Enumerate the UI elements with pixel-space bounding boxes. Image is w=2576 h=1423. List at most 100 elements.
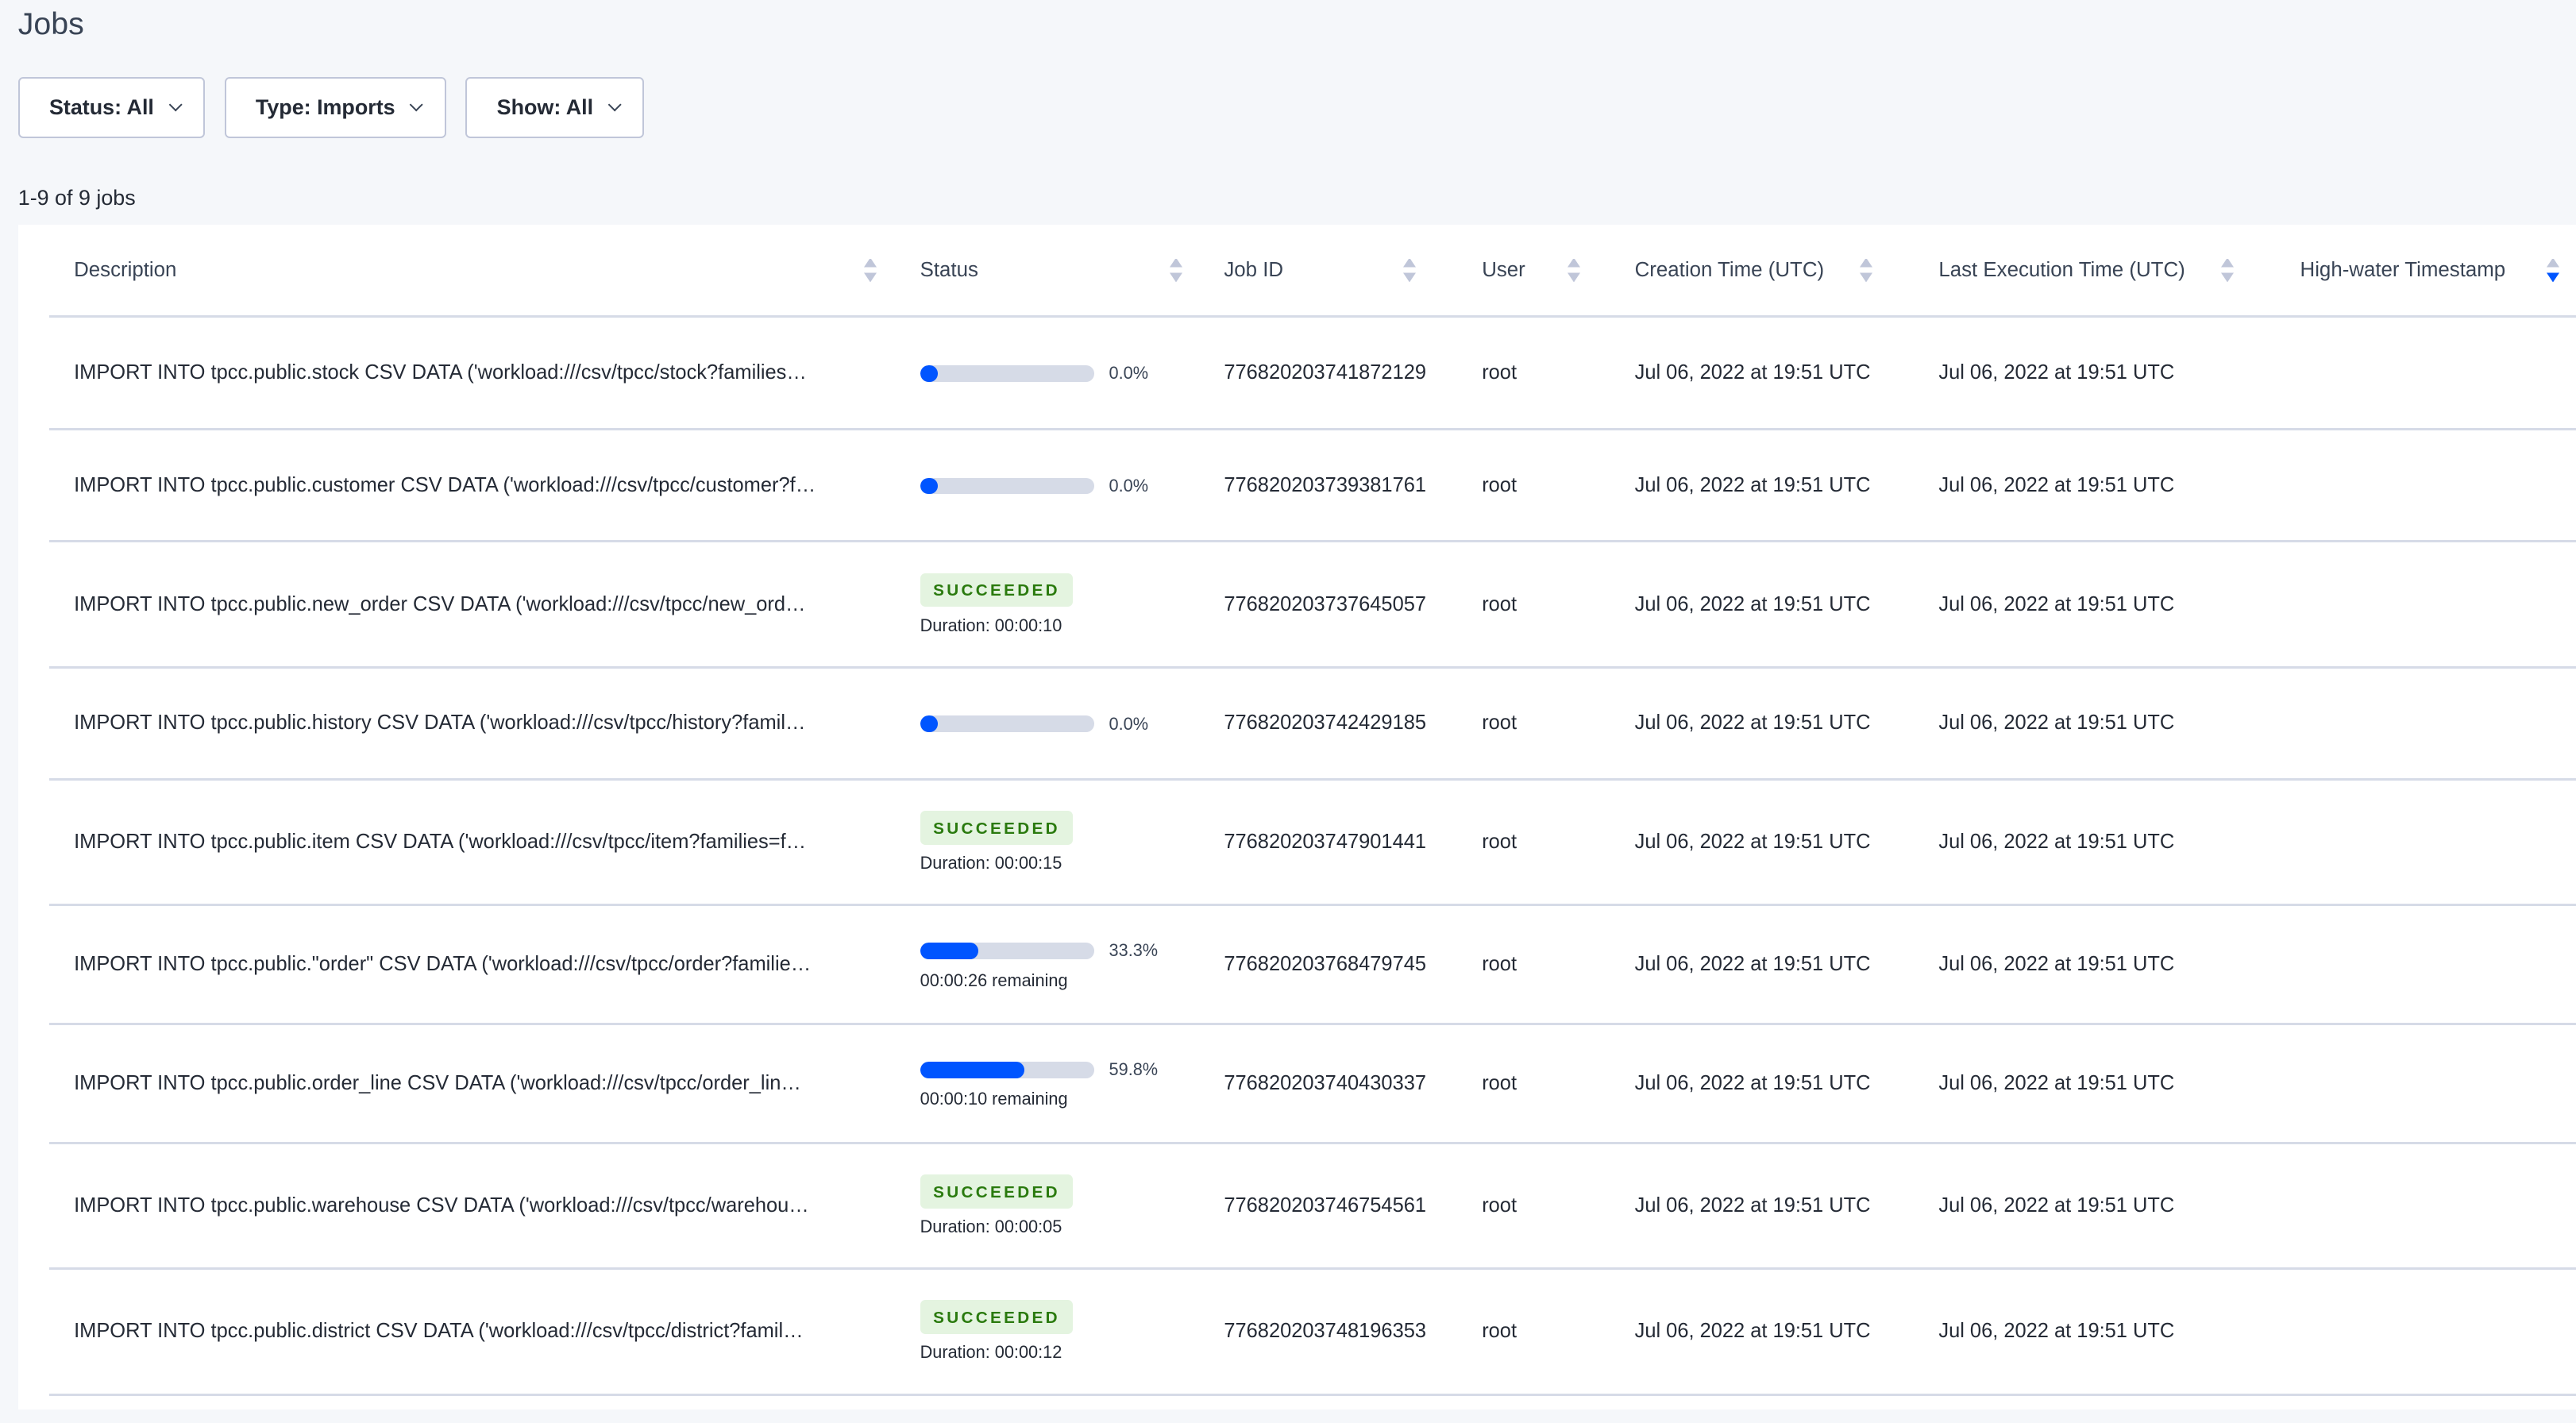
chevron-down-icon: [409, 98, 424, 113]
job-user: root: [1482, 1194, 1517, 1217]
show-filter-dropdown[interactable]: Show: All: [465, 77, 645, 138]
duration-text: Duration: 00:00:05: [920, 1217, 1062, 1237]
table-row[interactable]: IMPORT INTO tpcc.public.warehouse CSV DA…: [49, 1144, 2576, 1271]
last-execution-time: Jul 06, 2022 at 19:51 UTC: [1938, 473, 2175, 496]
job-description[interactable]: IMPORT INTO tpcc.public.warehouse CSV DA…: [49, 1194, 896, 1217]
job-status: SUCCEEDED Duration: 00:00:10: [896, 573, 1200, 636]
sort-icon[interactable]: [1402, 258, 1417, 282]
column-header-user[interactable]: User: [1457, 258, 1610, 282]
column-header-last-execution-time[interactable]: Last Execution Time (UTC): [1914, 258, 2275, 282]
status-badge: SUCCEEDED: [920, 1300, 1074, 1335]
table-header: Description Status Job ID User Creation Time…: [49, 225, 2576, 318]
progress-fill: [920, 943, 978, 959]
column-header-status[interactable]: Status: [896, 258, 1200, 282]
creation-time: Jul 06, 2022 at 19:51 UTC: [1634, 712, 1871, 735]
status-badge: SUCCEEDED: [920, 573, 1074, 607]
job-status: SUCCEEDED Duration: 00:00:05: [896, 1174, 1200, 1237]
table-row[interactable]: IMPORT INTO tpcc.public.item CSV DATA ('…: [49, 781, 2576, 907]
show-filter-label: Show: All: [496, 95, 594, 119]
progress-percent: 33.3%: [1109, 940, 1159, 961]
job-user: root: [1482, 953, 1517, 976]
status-badge: SUCCEEDED: [920, 811, 1074, 845]
job-user: root: [1482, 1072, 1517, 1095]
column-header-description[interactable]: Description: [49, 258, 896, 282]
table-row[interactable]: IMPORT INTO tpcc.public.order_line CSV D…: [49, 1025, 2576, 1145]
creation-time: Jul 06, 2022 at 19:51 UTC: [1634, 361, 1871, 384]
table-row[interactable]: IMPORT INTO tpcc.public.customer CSV DAT…: [49, 430, 2576, 543]
last-execution-time: Jul 06, 2022 at 19:51 UTC: [1938, 1320, 2175, 1343]
sort-icon[interactable]: [2221, 258, 2235, 282]
progress-bar: [920, 1061, 1094, 1078]
job-user: root: [1482, 592, 1517, 615]
job-description[interactable]: IMPORT INTO tpcc.public.item CSV DATA ('…: [49, 831, 896, 854]
sort-icon[interactable]: [1170, 258, 1183, 282]
column-header-label: High-water Timestamp: [2300, 258, 2506, 282]
last-execution-time: Jul 06, 2022 at 19:51 UTC: [1938, 831, 2175, 854]
creation-time: Jul 06, 2022 at 19:51 UTC: [1634, 1072, 1871, 1095]
chevron-down-icon: [168, 98, 183, 113]
last-execution-time: Jul 06, 2022 at 19:51 UTC: [1938, 953, 2175, 976]
job-user: root: [1482, 712, 1517, 735]
column-header-creation-time[interactable]: Creation Time (UTC): [1610, 258, 1915, 282]
creation-time: Jul 06, 2022 at 19:51 UTC: [1634, 953, 1871, 976]
sort-icon[interactable]: [1860, 258, 1873, 282]
progress-bar: [920, 715, 1094, 733]
jobs-page: Jobs Status: All Type: Imports Show: All…: [0, 0, 2576, 1423]
filter-bar: Status: All Type: Imports Show: All: [17, 77, 645, 138]
column-header-label: Description: [74, 258, 177, 282]
job-description[interactable]: IMPORT INTO tpcc.public.stock CSV DATA (…: [49, 361, 896, 384]
progress-fill: [920, 715, 939, 733]
progress-bar: [920, 364, 1094, 382]
sort-icon[interactable]: [864, 258, 877, 282]
duration-text: Duration: 00:00:10: [920, 615, 1062, 635]
job-status: 0.0%: [896, 361, 1200, 384]
status-badge: SUCCEEDED: [920, 1174, 1074, 1209]
progress-fill: [920, 1061, 1024, 1078]
last-execution-time: Jul 06, 2022 at 19:51 UTC: [1938, 1194, 2175, 1217]
remaining-time: 00:00:26 remaining: [920, 970, 1068, 990]
column-header-high-water-timestamp[interactable]: High-water Timestamp: [2275, 258, 2576, 282]
last-execution-time: Jul 06, 2022 at 19:51 UTC: [1938, 361, 2175, 384]
column-header-label: Status: [920, 258, 978, 282]
job-user: root: [1482, 831, 1517, 854]
creation-time: Jul 06, 2022 at 19:51 UTC: [1634, 831, 1871, 854]
job-description[interactable]: IMPORT INTO tpcc.public.customer CSV DAT…: [49, 474, 896, 497]
progress-fill: [920, 364, 939, 382]
sort-icon[interactable]: [2546, 258, 2560, 282]
job-description[interactable]: IMPORT INTO tpcc.public."order" CSV DATA…: [49, 953, 896, 976]
last-execution-time: Jul 06, 2022 at 19:51 UTC: [1938, 712, 2175, 735]
jobs-table: Description Status Job ID User Creation Time…: [49, 225, 2576, 1396]
job-id: 776820203740430337: [1224, 1072, 1427, 1095]
job-id: 776820203737645057: [1224, 592, 1427, 615]
column-header-label: Creation Time (UTC): [1634, 258, 1825, 282]
progress-fill: [920, 477, 939, 495]
column-header-label: Job ID: [1224, 258, 1284, 282]
table-row[interactable]: IMPORT INTO tpcc.public.history CSV DATA…: [49, 669, 2576, 781]
creation-time: Jul 06, 2022 at 19:51 UTC: [1634, 473, 1871, 496]
type-filter-label: Type: Imports: [255, 95, 395, 119]
job-description[interactable]: IMPORT INTO tpcc.public.order_line CSV D…: [49, 1072, 896, 1095]
job-user: root: [1482, 361, 1517, 384]
progress-bar: [920, 943, 1094, 959]
job-id: 776820203742429185: [1224, 712, 1427, 735]
jobs-table-card: Description Status Job ID User Creation Time…: [17, 225, 2576, 1410]
table-row[interactable]: IMPORT INTO tpcc.public.new_order CSV DA…: [49, 542, 2576, 669]
table-row[interactable]: IMPORT INTO tpcc.public.district CSV DAT…: [49, 1270, 2576, 1396]
type-filter-dropdown[interactable]: Type: Imports: [224, 77, 446, 138]
table-row[interactable]: IMPORT INTO tpcc.public."order" CSV DATA…: [49, 906, 2576, 1026]
job-description[interactable]: IMPORT INTO tpcc.public.new_order CSV DA…: [49, 593, 896, 616]
duration-text: Duration: 00:00:12: [920, 1342, 1062, 1363]
job-description[interactable]: IMPORT INTO tpcc.public.district CSV DAT…: [49, 1320, 896, 1343]
remaining-time: 00:00:10 remaining: [920, 1089, 1068, 1109]
job-id: 776820203748196353: [1224, 1320, 1427, 1343]
job-status: SUCCEEDED Duration: 00:00:12: [896, 1300, 1200, 1363]
creation-time: Jul 06, 2022 at 19:51 UTC: [1634, 1194, 1871, 1217]
progress-percent: 59.8%: [1109, 1059, 1159, 1080]
status-filter-dropdown[interactable]: Status: All: [17, 77, 205, 138]
job-id: 776820203768479745: [1224, 953, 1427, 976]
table-row[interactable]: IMPORT INTO tpcc.public.stock CSV DATA (…: [49, 318, 2576, 430]
sort-icon[interactable]: [1567, 258, 1581, 282]
job-description[interactable]: IMPORT INTO tpcc.public.history CSV DATA…: [49, 712, 896, 735]
last-execution-time: Jul 06, 2022 at 19:51 UTC: [1938, 1072, 2175, 1095]
column-header-job-id[interactable]: Job ID: [1199, 258, 1457, 282]
